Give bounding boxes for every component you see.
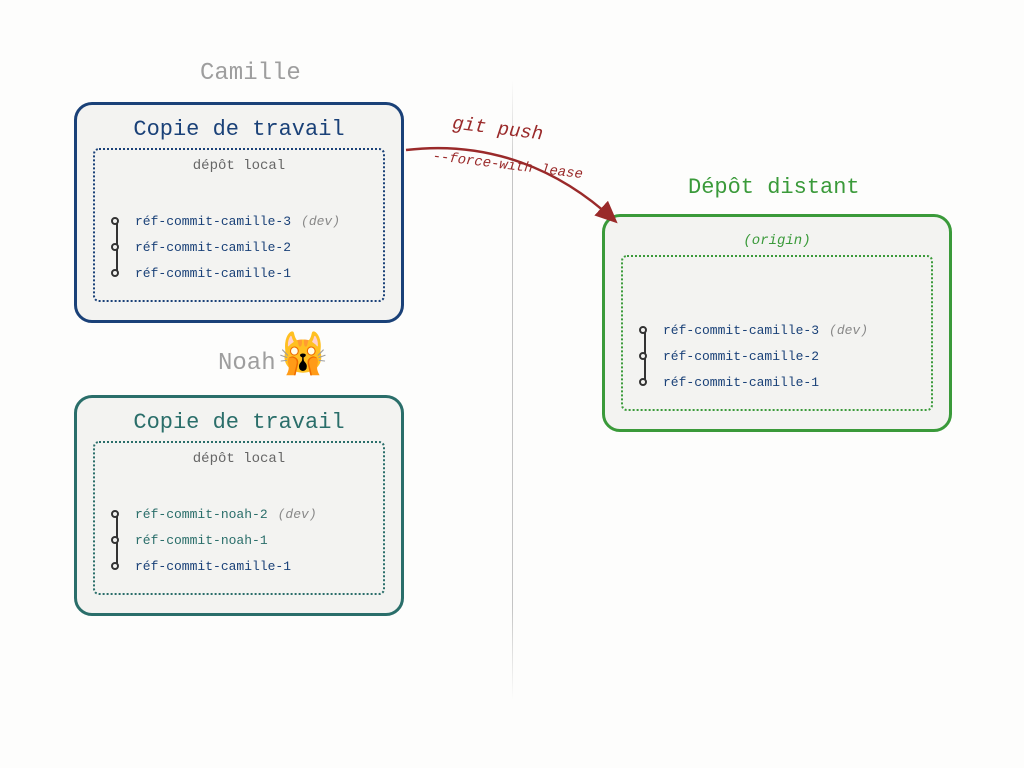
commit-ref: réf-commit-camille-1 [663,375,819,390]
commit-ref: réf-commit-camille-3 [135,214,291,229]
commit-ref: réf-commit-camille-1 [135,559,291,574]
commit-row: réf-commit-camille-1 [105,260,373,286]
camille-local-repo: dépôt local réf-commit-camille-3 (dev) r… [93,148,385,302]
commit-dot-icon [111,217,119,225]
commit-ref: réf-commit-noah-2 [135,507,268,522]
inner-title: dépôt local [105,158,373,174]
branch-tag: (dev) [278,507,317,522]
box-title: Copie de travail [93,410,385,435]
commit-dot-icon [111,243,119,251]
noah-local-repo: dépôt local réf-commit-noah-2 (dev) réf-… [93,441,385,595]
commit-row: réf-commit-camille-2 [633,343,921,369]
commit-ref: réf-commit-camille-2 [663,349,819,364]
origin-label: (origin) [621,233,933,249]
commit-dot-icon [639,352,647,360]
commit-row: réf-commit-camille-1 [105,553,373,579]
commit-ref: réf-commit-noah-1 [135,533,268,548]
commit-dot-icon [111,510,119,518]
commit-dot-icon [111,536,119,544]
commit-ref: réf-commit-camille-2 [135,240,291,255]
commit-dot-icon [639,378,647,386]
push-arrow-icon [400,130,630,240]
commit-dot-icon [639,326,647,334]
person-label-noah: Noah [218,350,276,377]
inner-title: dépôt local [105,451,373,467]
branch-tag: (dev) [829,323,868,338]
camille-working-copy: Copie de travail dépôt local réf-commit-… [74,102,404,323]
remote-repo-box: (origin) réf-commit-camille-3 (dev) réf-… [602,214,952,432]
remote-repo-inner: réf-commit-camille-3 (dev) réf-commit-ca… [621,255,933,411]
remote-repo-title: Dépôt distant [688,175,860,200]
commit-row: réf-commit-camille-3 (dev) [633,317,921,343]
commit-ref: réf-commit-camille-1 [135,266,291,281]
branch-tag: (dev) [301,214,340,229]
commit-dot-icon [111,269,119,277]
commit-row: réf-commit-camille-2 [105,234,373,260]
commit-row: réf-commit-camille-3 (dev) [105,208,373,234]
noah-working-copy: Copie de travail dépôt local réf-commit-… [74,395,404,616]
commit-row: réf-commit-noah-1 [105,527,373,553]
commit-row: réf-commit-camille-1 [633,369,921,395]
commit-dot-icon [111,562,119,570]
scream-cat-icon: 🙀 [278,338,328,378]
commit-row: réf-commit-noah-2 (dev) [105,501,373,527]
commit-ref: réf-commit-camille-3 [663,323,819,338]
box-title: Copie de travail [93,117,385,142]
person-label-camille: Camille [200,60,301,87]
